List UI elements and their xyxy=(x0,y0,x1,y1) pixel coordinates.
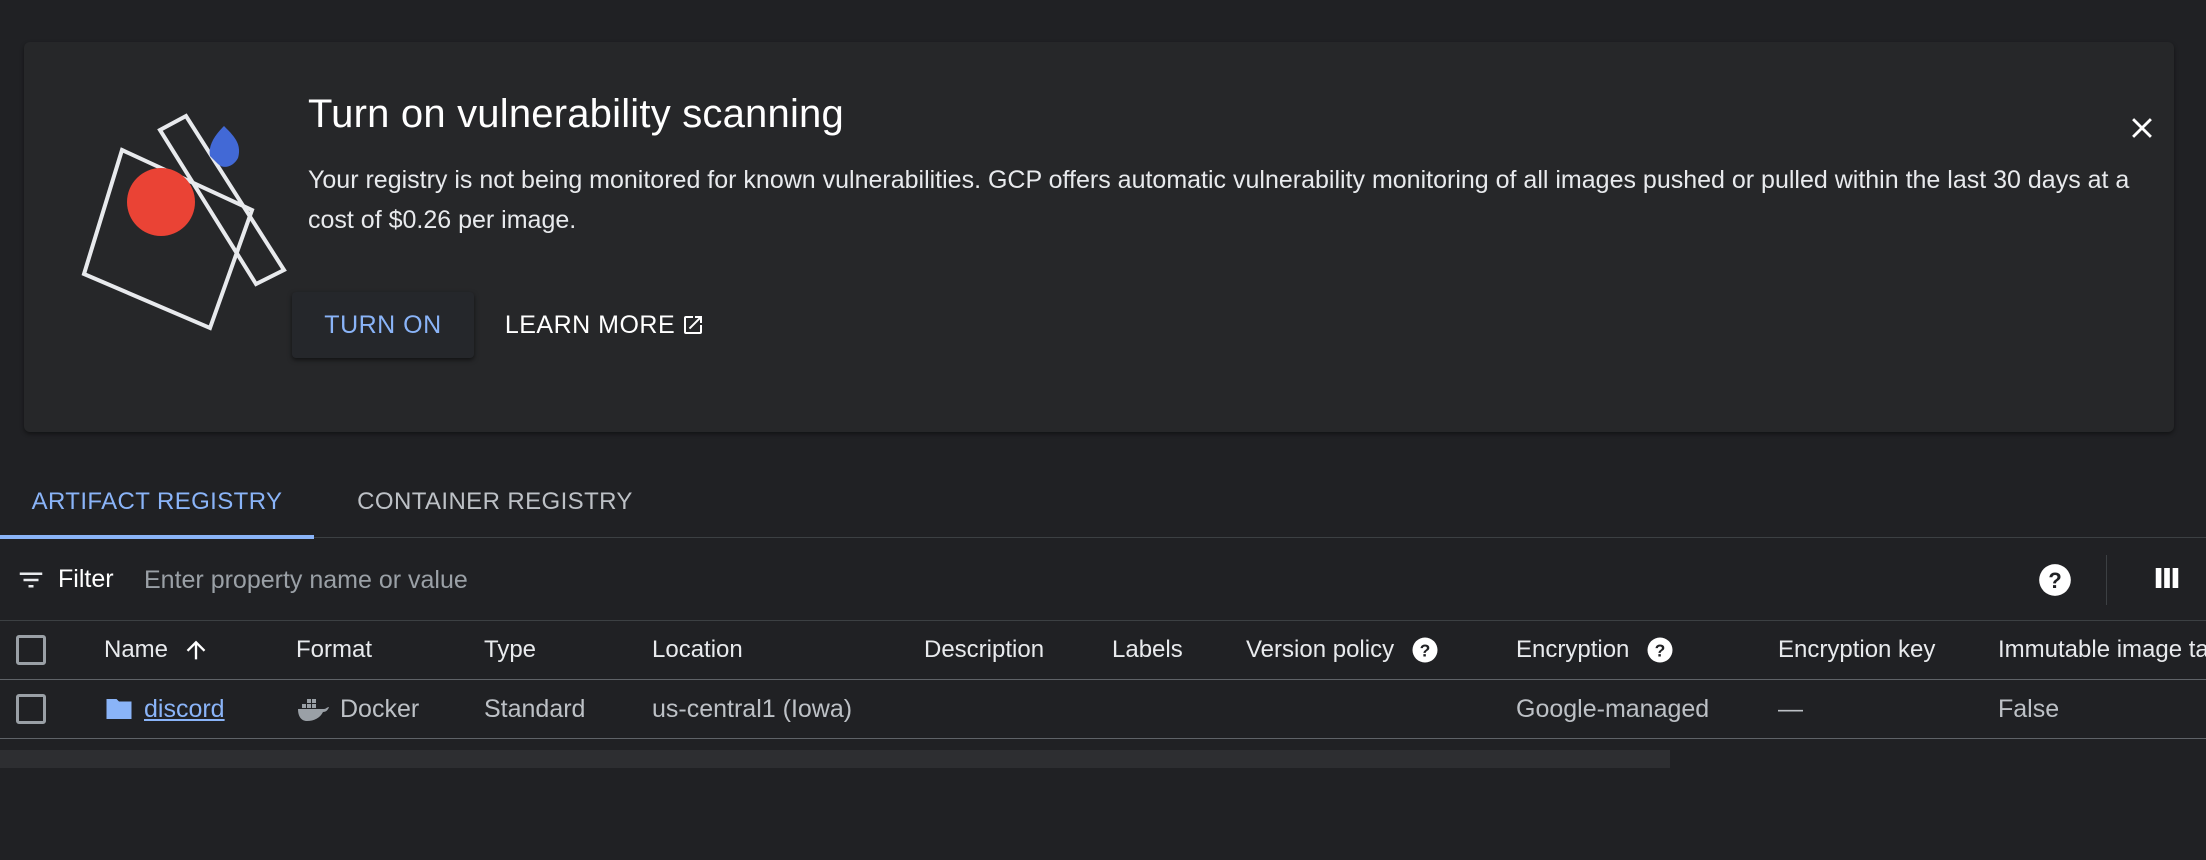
column-header-label: Format xyxy=(296,636,373,663)
column-header-label: Type xyxy=(484,636,537,663)
column-header-location: Location xyxy=(652,621,743,679)
filter-input[interactable] xyxy=(144,559,1144,601)
column-header-name[interactable]: Name xyxy=(104,621,210,679)
row-checkbox[interactable] xyxy=(16,694,46,724)
filter-label: Filter xyxy=(58,565,114,593)
docker-icon xyxy=(298,699,329,721)
column-header-type: Type xyxy=(484,621,536,679)
column-header-encryption: Encryption ? xyxy=(1516,621,1675,679)
filter-bar: Filter ? xyxy=(0,539,2206,621)
column-header-label: Location xyxy=(652,636,743,663)
tab-container-registry[interactable]: CONTAINER REGISTRY xyxy=(314,466,676,538)
svg-text:?: ? xyxy=(2048,568,2062,593)
column-header-label: Immutable image ta xyxy=(1998,636,2206,663)
table-row[interactable]: discord Docker Standard us-central1 (Iow… xyxy=(0,680,2206,739)
immutable-value: False xyxy=(1998,694,2060,723)
banner-body: Your registry is not being monitored for… xyxy=(308,166,2130,234)
column-header-label: Version policy xyxy=(1246,636,1395,663)
encryption-value: Google-managed xyxy=(1516,694,1710,723)
folder-icon xyxy=(106,699,132,719)
column-header-label: Description xyxy=(924,636,1045,663)
arrow-up-icon xyxy=(186,640,206,660)
tab-label: CONTAINER REGISTRY xyxy=(357,488,633,515)
column-header-immutable-image-tags: Immutable image ta xyxy=(1998,621,2206,679)
select-all-cell xyxy=(16,621,46,679)
repository-name-cell: discord xyxy=(104,680,225,738)
column-header-description: Description xyxy=(924,621,1044,679)
column-header-label: Labels xyxy=(1112,636,1183,663)
registry-tabs: ARTIFACT REGISTRY CONTAINER REGISTRY xyxy=(0,466,2206,539)
encryption-cell: Google-managed xyxy=(1516,680,1709,738)
open-in-new-icon xyxy=(684,316,703,334)
help-icon[interactable]: ? xyxy=(2036,561,2074,599)
tab-label: ARTIFACT REGISTRY xyxy=(31,488,283,515)
scrollbar-thumb[interactable] xyxy=(0,750,1670,768)
learn-more-label: LEARN MORE xyxy=(504,310,676,339)
filter-icon xyxy=(19,572,43,588)
immutable-image-tags-cell: False xyxy=(1998,680,2059,738)
divider xyxy=(2106,555,2107,605)
type-cell: Standard xyxy=(484,680,585,738)
column-header-format: Format xyxy=(296,621,372,679)
column-header-label: Encryption key xyxy=(1778,636,1936,663)
format-cell: Docker xyxy=(296,680,419,738)
select-all-checkbox[interactable] xyxy=(16,635,46,665)
location-value: us-central1 (Iowa) xyxy=(652,694,853,723)
horizontal-scrollbar[interactable] xyxy=(0,750,2206,768)
column-header-version-policy: Version policy ? xyxy=(1246,621,1440,679)
table-header-row: Name Format Type Location Description La… xyxy=(0,621,2206,680)
column-header-encryption-key: Encryption key xyxy=(1778,621,1935,679)
vulnerability-illustration xyxy=(81,113,287,331)
close-banner-button[interactable] xyxy=(2110,96,2174,160)
row-select-cell xyxy=(16,680,46,738)
repositories-table: Name Format Type Location Description La… xyxy=(0,621,2206,739)
repository-name-link[interactable]: discord xyxy=(144,695,225,724)
help-icon[interactable]: ? xyxy=(1645,635,1675,665)
column-header-label: Encryption xyxy=(1516,636,1630,663)
vulnerability-scanning-banner: Turn on vulnerability scanning Your regi… xyxy=(24,42,2174,432)
column-display-options-icon[interactable] xyxy=(2152,563,2182,593)
turn-on-button[interactable]: TURN ON xyxy=(292,292,474,358)
svg-text:?: ? xyxy=(1420,640,1431,660)
page: Turn on vulnerability scanning Your regi… xyxy=(0,0,2206,860)
close-icon xyxy=(2132,118,2152,138)
help-icon[interactable]: ? xyxy=(1410,635,1440,665)
encryption-key-cell: — xyxy=(1778,680,1803,738)
location-cell: us-central1 (Iowa) xyxy=(652,680,852,738)
svg-text:?: ? xyxy=(1655,640,1666,660)
learn-more-link[interactable]: LEARN MORE xyxy=(490,292,720,358)
column-header-labels: Labels xyxy=(1112,621,1183,679)
turn-on-label: TURN ON xyxy=(324,310,442,339)
banner-title: Turn on vulnerability scanning xyxy=(308,92,844,136)
type-value: Standard xyxy=(484,694,586,723)
tab-artifact-registry[interactable]: ARTIFACT REGISTRY xyxy=(0,466,314,539)
encryption-key-value: — xyxy=(1778,694,1803,723)
column-header-label: Name xyxy=(104,636,169,663)
format-value: Docker xyxy=(340,694,420,723)
